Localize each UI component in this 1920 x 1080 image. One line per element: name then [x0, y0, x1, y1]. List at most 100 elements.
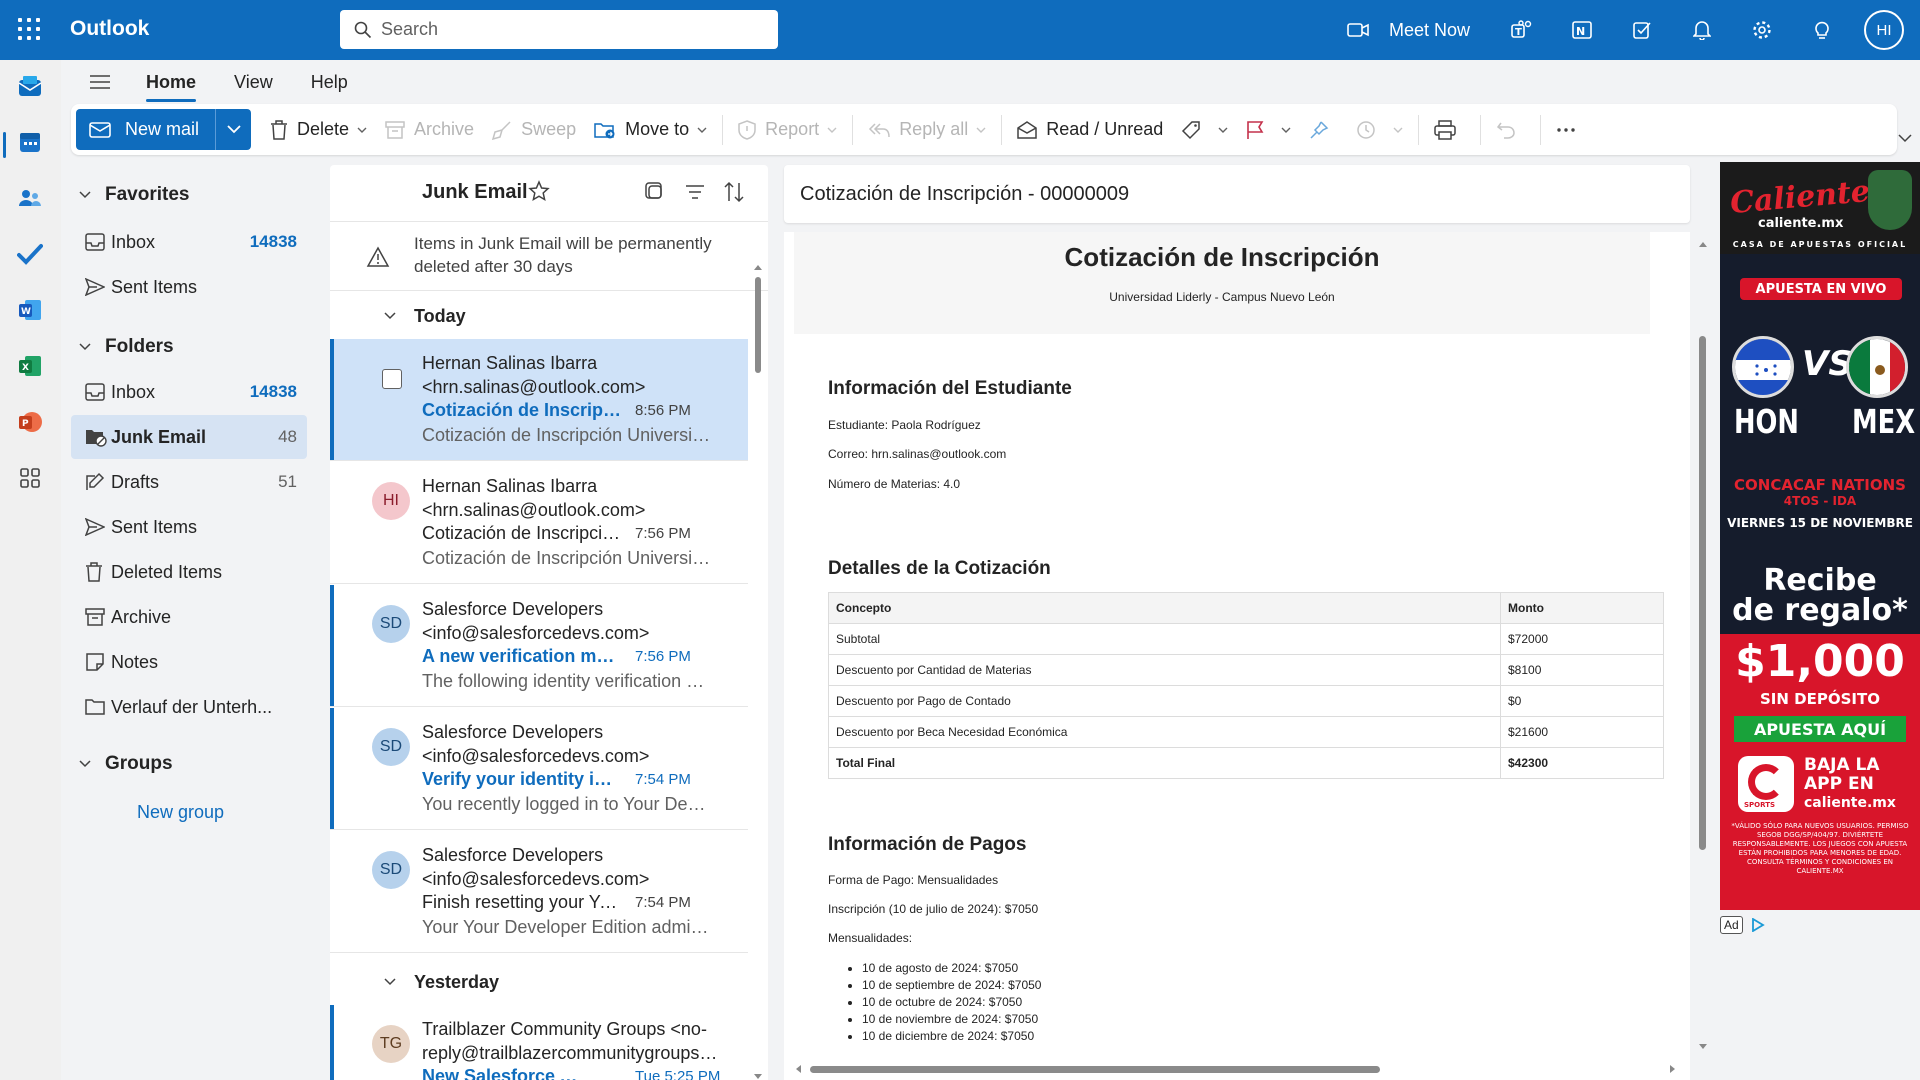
reading-pane-horizontal-scrollbar[interactable]	[796, 1062, 1676, 1076]
search-input[interactable]: Search	[340, 10, 778, 49]
favorite-sent-items[interactable]: Sent Items	[71, 265, 307, 309]
scroll-left-arrow[interactable]	[796, 1065, 801, 1073]
hamburger-icon[interactable]	[70, 74, 130, 90]
folder-inbox[interactable]: Inbox 14838	[71, 370, 307, 414]
message-item[interactable]: TG Trailblazer Community Groups <no-repl…	[330, 1005, 748, 1080]
flag-button[interactable]	[1237, 109, 1300, 150]
ribbon-expand-chevron-icon[interactable]	[1898, 134, 1912, 143]
folders-header[interactable]: Folders	[79, 336, 174, 358]
adchoices-icon[interactable]	[1751, 918, 1765, 932]
star-icon[interactable]	[528, 180, 550, 202]
reply-all-button[interactable]: Reply all	[859, 109, 995, 150]
pin-button[interactable]	[1300, 109, 1347, 150]
monthly-payments-list: 10 de agosto de 2024: $7050 10 de septie…	[844, 960, 1041, 1045]
select-mode-icon[interactable]	[644, 181, 664, 201]
scroll-up-arrow[interactable]	[754, 265, 762, 270]
groups-header[interactable]: Groups	[79, 753, 173, 775]
bell-icon[interactable]	[1672, 0, 1732, 60]
table-cell: $72000	[1500, 623, 1664, 655]
ad-tagline: CASA DE APUESTAS OFICIAL	[1732, 240, 1908, 249]
snooze-button[interactable]	[1347, 109, 1412, 150]
sweep-button[interactable]: Sweep	[483, 109, 585, 150]
group-header-today[interactable]: Today	[330, 295, 748, 337]
gear-icon[interactable]	[1732, 0, 1792, 60]
excel-icon[interactable]: X	[14, 350, 46, 382]
folder-drafts[interactable]: Drafts 51	[71, 460, 307, 504]
lightbulb-icon[interactable]	[1792, 0, 1852, 60]
favorites-header[interactable]: Favorites	[79, 184, 189, 206]
archive-button[interactable]: Archive	[376, 109, 483, 150]
categorize-button[interactable]	[1172, 109, 1237, 150]
scroll-down-arrow[interactable]	[1699, 1044, 1707, 1049]
group-label: Yesterday	[414, 971, 500, 992]
ribbon-divider	[1540, 114, 1542, 145]
folder-deleted-items[interactable]: Deleted Items	[71, 550, 307, 594]
meet-now-button[interactable]: Meet Now	[1347, 0, 1470, 60]
warning-icon	[366, 246, 390, 267]
message-item[interactable]: HI Hernan Salinas Ibarra <hrn.salinas@ou…	[330, 462, 748, 584]
tab-help[interactable]: Help	[311, 72, 348, 93]
message-checkbox[interactable]	[382, 369, 402, 389]
trash-icon	[271, 119, 288, 140]
calendar-icon[interactable]	[14, 126, 46, 158]
folder-archive[interactable]: Archive	[71, 595, 307, 639]
scroll-down-arrow[interactable]	[754, 1074, 762, 1079]
to-do-icon[interactable]	[1612, 0, 1672, 60]
filter-icon[interactable]	[685, 184, 705, 200]
new-mail-dropdown[interactable]	[215, 109, 252, 150]
new-group-link[interactable]: New group	[137, 802, 224, 823]
sort-icon[interactable]	[723, 181, 745, 203]
tab-view[interactable]: View	[234, 72, 273, 93]
reading-pane-vertical-scrollbar[interactable]	[1696, 236, 1710, 1058]
table-cell: Descuento por Beca Necesidad Económica	[828, 716, 1501, 748]
scroll-right-arrow[interactable]	[1670, 1065, 1675, 1073]
message-subject: New Salesforce Ad	[422, 1066, 582, 1080]
active-app-indicator	[3, 132, 6, 158]
message-item[interactable]: SD Salesforce Developers <info@salesforc…	[330, 831, 748, 953]
app-launcher-icon[interactable]	[18, 18, 40, 40]
folder-sent-items[interactable]: Sent Items	[71, 505, 307, 549]
delete-button[interactable]: Delete	[261, 109, 376, 150]
inbox-icon	[85, 383, 105, 401]
people-icon[interactable]	[14, 182, 46, 214]
mail-icon[interactable]	[14, 70, 46, 102]
list-item: 10 de septiembre de 2024: $7050	[862, 977, 1041, 994]
message-list-scrollbar[interactable]	[754, 241, 762, 1079]
more-apps-icon[interactable]	[14, 462, 46, 494]
scroll-up-arrow[interactable]	[1699, 242, 1707, 247]
favorite-inbox[interactable]: Inbox 14838	[71, 220, 307, 264]
message-subject: Verify your identity in Salesforce	[422, 769, 622, 789]
scrollbar-thumb[interactable]	[755, 277, 761, 373]
undo-button[interactable]	[1487, 109, 1534, 150]
todo-check-icon[interactable]	[14, 238, 46, 270]
powerpoint-icon[interactable]: P	[14, 406, 46, 438]
folder-junk-email[interactable]: Junk Email 48	[71, 415, 307, 459]
message-item[interactable]: SD Salesforce Developers <info@salesforc…	[330, 708, 748, 830]
move-to-button[interactable]: Move to	[585, 109, 716, 150]
ad-cta-button[interactable]: APUESTA AQUÍ	[1734, 716, 1906, 742]
ad-app-line: APP EN	[1804, 774, 1874, 794]
scrollbar-thumb[interactable]	[1699, 336, 1706, 850]
app-title[interactable]: Outlook	[70, 17, 149, 41]
folder-notes[interactable]: Notes	[71, 640, 307, 684]
scrollbar-thumb[interactable]	[810, 1066, 1380, 1073]
group-header-yesterday[interactable]: Yesterday	[330, 961, 748, 1003]
student-heading: Información del Estudiante	[828, 378, 1072, 399]
folder-conversation-history[interactable]: Verlauf der Unterh...	[71, 685, 307, 729]
report-button[interactable]: Report	[729, 109, 846, 150]
account-avatar[interactable]: HI	[1864, 10, 1904, 50]
word-icon[interactable]: W	[14, 294, 46, 326]
pin-icon	[1310, 120, 1329, 139]
print-button[interactable]	[1425, 109, 1474, 150]
read-unread-button[interactable]: Read / Unread	[1008, 109, 1172, 150]
teams-icon[interactable]: T	[1492, 0, 1552, 60]
reading-pane: Cotización de Inscripción Universidad Li…	[784, 232, 1690, 1080]
onenote-icon[interactable]: N	[1552, 0, 1612, 60]
message-item[interactable]: SD Salesforce Developers <info@salesforc…	[330, 585, 748, 707]
new-mail-button[interactable]: New mail	[76, 109, 216, 150]
more-options-button[interactable]	[1547, 109, 1594, 150]
ad-choices[interactable]: Ad	[1720, 916, 1765, 934]
tab-home[interactable]: Home	[146, 72, 197, 102]
message-item[interactable]: Hernan Salinas Ibarra <hrn.salinas@outlo…	[330, 339, 748, 461]
advertisement-banner[interactable]: Caliente caliente.mx CASA DE APUESTAS OF…	[1720, 162, 1920, 910]
